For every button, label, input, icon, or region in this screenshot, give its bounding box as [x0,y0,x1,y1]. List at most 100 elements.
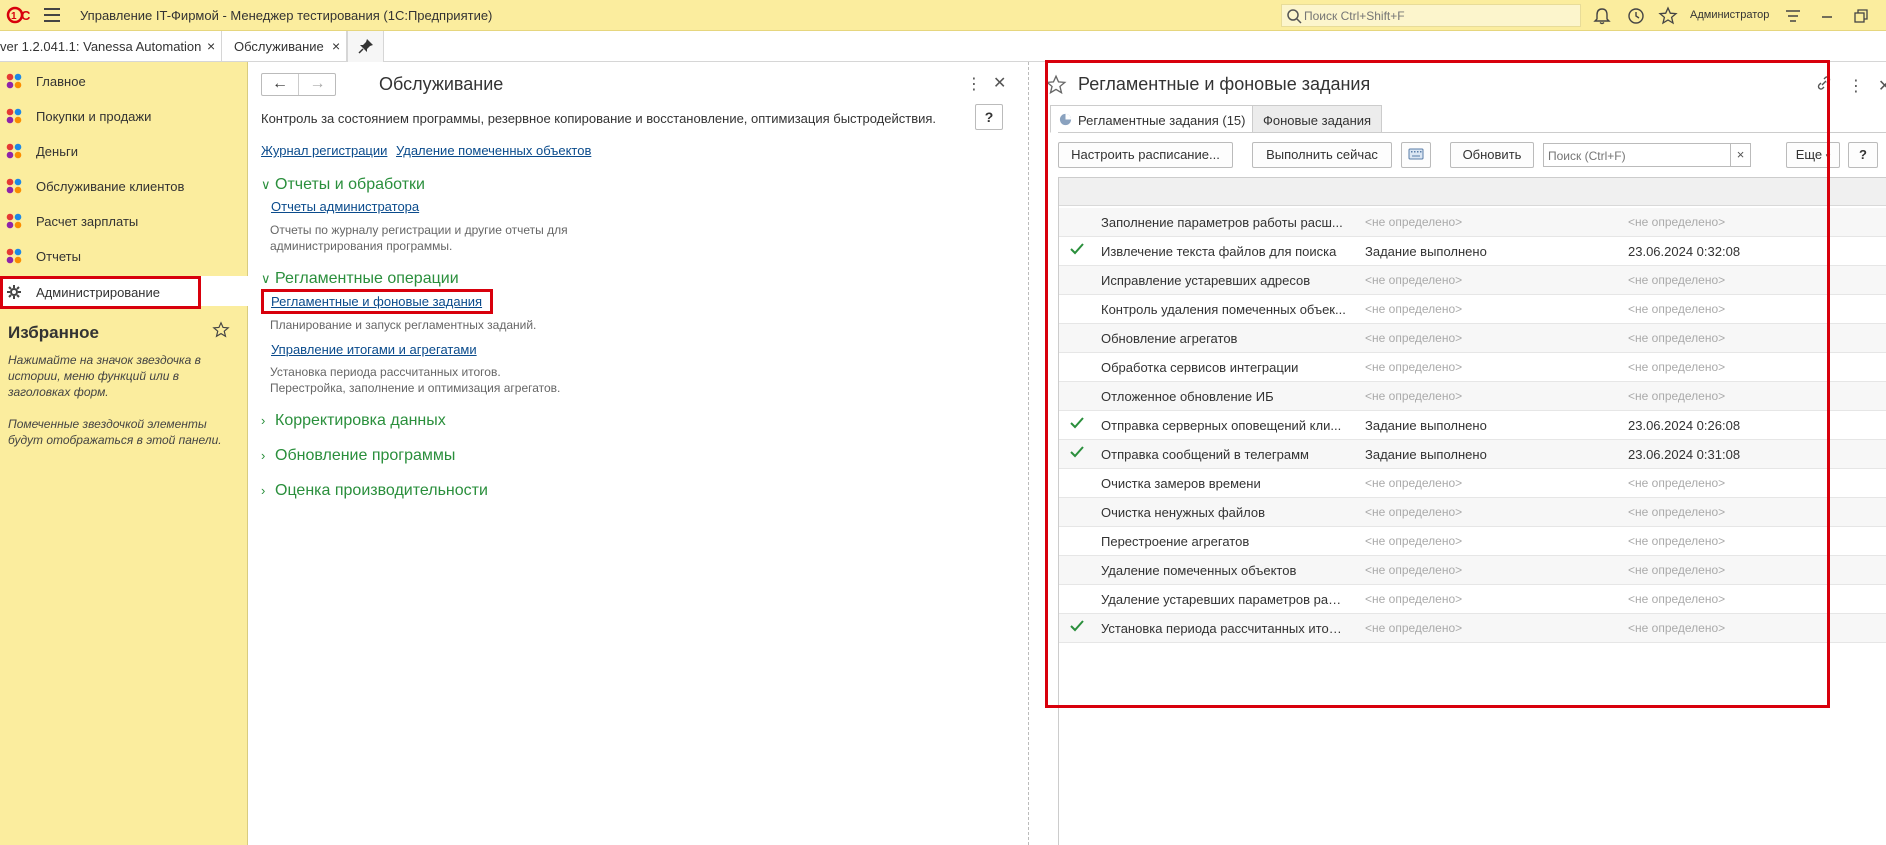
job-name-cell: Извлечение текста файлов для поиска [1101,244,1337,259]
clear-icon[interactable]: × [1730,144,1750,166]
jobs-search-input[interactable] [1548,147,1723,164]
table-row[interactable]: Исправление устаревших адресов <не опреде… [1059,266,1886,295]
sidebar-item-payroll[interactable]: Расчет зарплаты [0,205,248,235]
job-date-cell: <не определено> [1628,592,1726,606]
refresh-button[interactable]: Обновить [1450,142,1534,168]
sidebar-item-label: Отчеты [36,249,81,264]
table-row[interactable]: Перестроение агрегатов <не определено> <не… [1059,527,1886,556]
job-status-cell: <не определено> [1365,534,1463,548]
chevron-down-icon: ∨ [261,177,271,192]
star-icon[interactable] [212,321,230,339]
close-icon[interactable]: ✕ [1878,76,1886,96]
sidebar-item-reports[interactable]: Отчеты [0,240,248,270]
main-menu-icon[interactable] [44,8,60,22]
job-name-cell: Удаление устаревших параметров раб... [1101,592,1346,607]
form-title: Регламентные и фоновые задания [1078,74,1371,94]
job-name-cell: Перестроение агрегатов [1101,534,1250,549]
job-date-cell: <не определено> [1628,389,1726,403]
close-icon[interactable]: × [207,38,215,54]
jobs-search[interactable]: × [1543,143,1751,167]
more-button[interactable]: Еще ▾ [1786,142,1840,168]
table-row[interactable]: Удаление помеченных объектов <не определе… [1059,556,1886,585]
section-dots-icon [6,143,22,159]
configure-schedule-button[interactable]: Настроить расписание... [1058,142,1233,168]
pin-icon [358,39,373,54]
table-row[interactable]: Извлечение текста файлов для поиска Задан… [1059,237,1886,266]
more-vert-icon[interactable]: ⋮ [1848,76,1864,96]
more-vert-icon[interactable]: ⋮ [966,74,982,94]
global-search-input[interactable] [1304,7,1574,24]
job-status-cell: Задание выполнено [1365,447,1487,462]
group-description: Планирование и запуск регламентных задан… [270,318,537,332]
table-row[interactable]: Отправка серверных оповещений кли... Зада… [1059,411,1886,440]
chevron-right-icon: › [261,483,266,498]
restore-window-icon[interactable] [1851,6,1871,26]
tab-label: Фоновые задания [1263,113,1372,128]
tab-maintenance[interactable]: Обслуживание × [223,31,347,62]
tab-label: Обслуживание [234,39,324,54]
group-title: Оценка производительности [275,482,488,499]
global-search[interactable] [1281,4,1581,27]
delete-marked-link[interactable]: Удаление помеченных объектов [396,143,591,158]
table-row[interactable]: Установка периода рассчитанных итогов <не… [1059,614,1886,643]
app-title: Управление IT-Фирмой - Менеджер тестиров… [80,8,493,23]
close-icon[interactable]: ✕ [993,73,1006,93]
tab-pin[interactable] [347,31,384,62]
page-description: Контроль за состоянием программы, резерв… [261,111,937,126]
run-now-button[interactable]: Выполнить сейчас [1252,142,1392,168]
forward-arrow-icon[interactable]: → [299,74,336,95]
sidebar-item-purchases-sales[interactable]: Покупки и продажи [0,100,248,130]
back-arrow-icon[interactable]: ← [262,74,299,95]
group-data-correction[interactable]: › Корректировка данных [261,412,446,430]
table-row[interactable]: Отложенное обновление ИБ <не определено> <… [1059,382,1886,411]
sidebar-item-label: Главное [36,74,86,89]
help-button[interactable]: ? [975,104,1003,130]
checkmark-icon [1070,243,1084,255]
favorites-star-icon[interactable] [1658,6,1678,26]
job-name-cell: Отправка сообщений в телеграмм [1101,447,1309,462]
table-row[interactable]: Контроль удаления помеченных объек... <не… [1059,295,1886,324]
job-date-cell: <не определено> [1628,563,1726,577]
settings-menu-icon[interactable] [1783,6,1803,26]
star-icon[interactable] [1045,74,1067,96]
tab-scheduled-jobs[interactable]: Регламентные задания (15) [1050,105,1272,133]
admin-reports-link[interactable]: Отчеты администратора [271,199,419,214]
group-routine[interactable]: ∨ Регламентные операции [261,270,459,288]
job-status-cell: <не определено> [1365,273,1463,287]
event-log-link[interactable]: Журнал регистрации [261,143,387,158]
group-reports[interactable]: ∨ Отчеты и обработки [261,176,425,194]
sidebar-item-main[interactable]: Главное [0,65,248,95]
job-date-cell: <не определено> [1628,534,1726,548]
job-status-cell: <не определено> [1365,360,1463,374]
table-row[interactable]: Очистка замеров времени <не определено> <н… [1059,469,1886,498]
table-row[interactable]: Заполнение параметров работы расш... <не … [1059,208,1886,237]
title-bar: 1 С Управление IT-Фирмой - Менеджер тест… [0,0,1886,31]
table-row[interactable]: Очистка ненужных файлов <не определено> <н… [1059,498,1886,527]
history-icon[interactable] [1626,6,1646,26]
tab-label: ver 1.2.041.1: Vanessa Automation [0,39,202,54]
sidebar-item-money[interactable]: Деньги [0,135,248,165]
group-program-update[interactable]: › Обновление программы [261,447,455,465]
tab-background-jobs[interactable]: Фоновые задания [1252,105,1382,133]
group-performance[interactable]: › Оценка производительности [261,482,488,500]
keyboard-icon-button[interactable] [1401,142,1431,168]
table-row[interactable]: Обработка сервисов интеграции <не определ… [1059,353,1886,382]
user-name[interactable]: Администратор [1690,9,1769,21]
table-row[interactable]: Отправка сообщений в телеграмм Задание вы… [1059,440,1886,469]
1c-logo-icon[interactable]: 1 С [6,5,34,25]
scheduled-jobs-table[interactable]: Заполнение параметров работы расш... <не … [1058,177,1886,845]
table-row[interactable]: Удаление устаревших параметров раб... <не… [1059,585,1886,614]
tab-vanessa-automation[interactable]: ver 1.2.041.1: Vanessa Automation × [0,31,222,62]
totals-aggregates-link[interactable]: Управление итогами и агрегатами [271,342,477,357]
table-row[interactable]: Обновление агрегатов <не определено> <не о… [1059,324,1886,353]
bell-icon[interactable] [1592,6,1612,26]
help-button[interactable]: ? [1848,142,1878,168]
chevron-right-icon: › [261,413,266,428]
minimize-icon[interactable] [1817,6,1837,26]
sidebar-item-client-service[interactable]: Обслуживание клиентов [0,170,248,200]
job-status-cell: <не определено> [1365,331,1463,345]
job-status-cell: <не определено> [1365,389,1463,403]
link-icon[interactable] [1816,75,1832,91]
close-icon[interactable]: × [332,38,340,54]
job-name-cell: Контроль удаления помеченных объек... [1101,302,1346,317]
